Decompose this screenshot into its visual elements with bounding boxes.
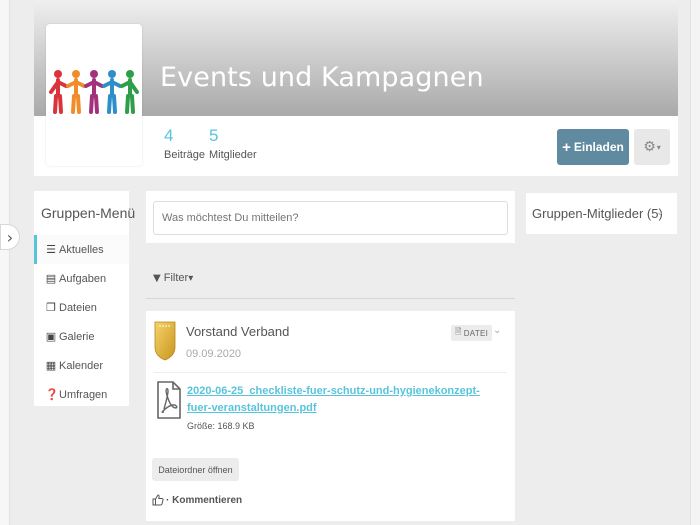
chevron-right-icon: ›	[6, 227, 14, 247]
file-size: Größe: 168.9 KB	[187, 421, 255, 431]
divider	[146, 298, 515, 299]
files-icon: ❐	[46, 301, 56, 314]
stat-posts-count: 4	[164, 126, 174, 145]
comment-button[interactable]: · Kommentieren	[152, 494, 242, 506]
menu-item-aktuelles[interactable]: ☰ Aktuelles	[34, 235, 129, 264]
menu-item-dateien[interactable]: ❐ Dateien	[34, 293, 129, 322]
menu-item-galerie[interactable]: ▣ Galerie	[34, 322, 129, 351]
people-chain-icon	[49, 70, 139, 114]
open-folder-button[interactable]: Dateiordner öffnen	[152, 458, 239, 481]
stat-members[interactable]: 5 Mitglieder	[209, 126, 257, 161]
filter-dropdown[interactable]: ▼ Filter▾	[153, 272, 193, 284]
menu-item-kalender[interactable]: ▦ Kalender	[34, 351, 129, 380]
post-date[interactable]: 09.09.2020	[186, 348, 241, 360]
menu-item-aufgaben[interactable]: ▤ Aufgaben	[34, 264, 129, 293]
filter-label: Filter	[163, 272, 189, 284]
author-avatar[interactable]	[154, 321, 176, 361]
calendar-icon: ▦	[45, 359, 57, 372]
group-title: Events und Kampagnen	[160, 62, 484, 93]
group-members-title: Gruppen-Mitglieder (5)	[532, 206, 663, 221]
stat-members-count: 5	[209, 126, 219, 145]
post-input[interactable]	[153, 201, 508, 235]
group-members-panel[interactable]: Gruppen-Mitglieder (5) ⌄	[526, 193, 677, 234]
invite-button[interactable]: + Einladen	[557, 129, 629, 165]
group-menu: Gruppen-Menü ☰ Aktuelles ▤ Aufgaben ❐ Da…	[34, 191, 135, 409]
menu-item-umfragen[interactable]: ❓ Umfragen	[34, 380, 129, 409]
group-header: Events und Kampagnen 4 Beiträge 5 Mitgli…	[34, 0, 678, 176]
chevron-down-icon[interactable]: ⌄	[656, 207, 664, 218]
tasks-icon: ▤	[45, 272, 57, 285]
settings-dropdown-button[interactable]: ⚙ ▾	[634, 129, 670, 165]
caret-down-icon: ▾	[188, 273, 194, 284]
pdf-file-icon	[157, 381, 181, 419]
group-logo[interactable]	[46, 24, 142, 166]
gear-icon: ⚙	[643, 139, 656, 155]
stat-members-label: Mitglieder	[209, 149, 257, 161]
question-icon: ❓	[45, 388, 59, 401]
file-download-link[interactable]: 2020-06-25_checkliste-fuer-schutz-und-hy…	[187, 383, 487, 417]
caret-down-icon: ▾	[656, 142, 661, 152]
stream-post: Vorstand Verband 09.09.2020 🗎 DATEI ⌄ 20…	[146, 311, 515, 521]
group-menu-title: Gruppen-Menü	[41, 205, 136, 221]
file-type-badge: 🗎 DATEI	[451, 325, 493, 341]
sidebar-toggle-button[interactable]: ›	[0, 224, 20, 250]
right-page-margin	[690, 0, 700, 525]
plus-icon: +	[562, 138, 571, 156]
left-page-margin	[0, 0, 10, 525]
menu-item-label: Kalender	[59, 359, 104, 372]
thumbs-up-icon[interactable]	[152, 494, 164, 506]
menu-item-label: Dateien	[59, 301, 97, 314]
group-menu-list: ☰ Aktuelles ▤ Aufgaben ❐ Dateien ▣ Galer…	[34, 235, 129, 409]
menu-item-label: Umfragen	[59, 388, 108, 401]
invite-button-label: Einladen	[573, 140, 624, 154]
list-icon: ☰	[46, 243, 56, 256]
post-composer	[146, 191, 515, 243]
stat-posts-label: Beiträge	[164, 149, 205, 161]
stat-posts[interactable]: 4 Beiträge	[164, 126, 205, 161]
menu-item-label: Galerie	[59, 330, 95, 343]
post-menu-chevron-icon[interactable]: ⌄	[493, 325, 501, 336]
filter-icon: ▼	[153, 273, 161, 284]
comment-label-text: Kommentieren	[172, 494, 243, 506]
divider	[154, 372, 507, 373]
file-icon: 🗎	[455, 327, 462, 336]
post-author[interactable]: Vorstand Verband	[186, 324, 289, 339]
menu-item-label: Aufgaben	[59, 272, 107, 285]
file-badge-label: DATEI	[463, 328, 489, 338]
menu-item-label: Aktuelles	[59, 243, 104, 256]
image-icon: ▣	[45, 330, 57, 343]
